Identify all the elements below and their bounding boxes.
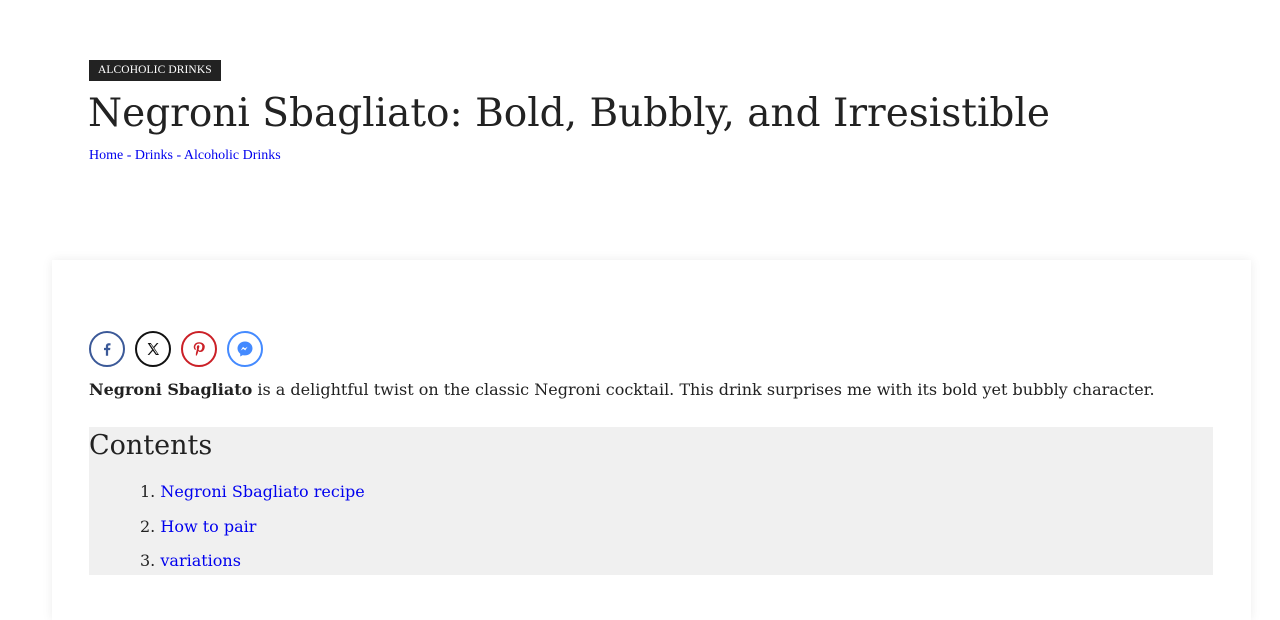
toc-link-how-to-pair[interactable]: How to pair — [160, 517, 256, 536]
share-messenger-button[interactable] — [227, 331, 263, 367]
breadcrumb-home[interactable]: Home — [89, 148, 123, 163]
toc-list: 1. Negroni Sbagliato recipe 2. How to pa… — [140, 480, 365, 584]
page-title: Negroni Sbagliato: Bold, Bubbly, and Irr… — [88, 91, 1050, 136]
toc-item-number: 2. — [140, 516, 156, 536]
share-facebook-button[interactable] — [89, 331, 125, 367]
breadcrumb: Home - Drinks - Alcoholic Drinks — [89, 147, 281, 165]
facebook-icon — [104, 343, 111, 356]
share-x-button[interactable] — [135, 331, 171, 367]
table-of-contents: Contents 1. Negroni Sbagliato recipe 2. … — [89, 427, 1213, 575]
breadcrumb-alcoholic-drinks[interactable]: Alcoholic Drinks — [184, 148, 281, 163]
x-icon — [147, 343, 159, 355]
toc-item: 1. Negroni Sbagliato recipe — [140, 480, 365, 515]
toc-item-number: 1. — [140, 482, 156, 501]
breadcrumb-separator: - — [123, 148, 135, 163]
intro-bold-term: Negroni Sbagliato — [89, 380, 253, 399]
toc-item-number: 3. — [140, 551, 156, 570]
breadcrumb-drinks[interactable]: Drinks — [135, 148, 173, 163]
share-pinterest-button[interactable] — [181, 331, 217, 367]
category-badge[interactable]: ALCOHOLIC DRINKS — [89, 60, 221, 81]
toc-item: 3. variations — [140, 549, 365, 584]
messenger-icon — [237, 341, 253, 357]
intro-paragraph: Negroni Sbagliato is a delightful twist … — [89, 378, 1155, 402]
intro-text: is a delightful twist on the classic Neg… — [252, 380, 1155, 399]
toc-title: Contents — [89, 430, 213, 461]
toc-item: 2. How to pair — [140, 515, 365, 550]
toc-link-recipe[interactable]: Negroni Sbagliato recipe — [160, 482, 364, 501]
pinterest-icon — [193, 342, 205, 356]
toc-link-variations[interactable]: variations — [160, 551, 241, 570]
breadcrumb-separator: - — [173, 148, 184, 163]
share-bar — [89, 331, 263, 367]
